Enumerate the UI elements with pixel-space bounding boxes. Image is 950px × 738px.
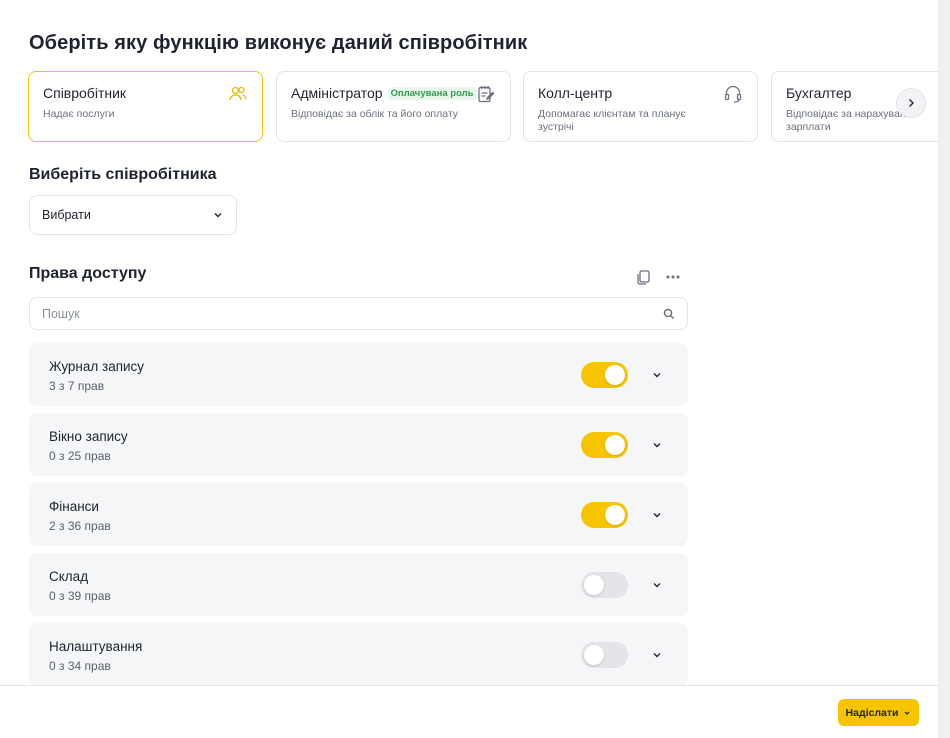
- permission-toggle[interactable]: [581, 572, 628, 598]
- role-title: Співробітник: [43, 85, 127, 101]
- headset-icon: [724, 85, 742, 103]
- permission-name: Журнал запису: [49, 359, 145, 374]
- toggle-knob: [584, 645, 604, 665]
- employee-select[interactable]: Вибрати: [29, 195, 237, 235]
- toggle-knob: [584, 575, 604, 595]
- role-title: Адміністратор: [291, 85, 383, 101]
- role-title: Колл-центр: [538, 85, 613, 101]
- employee-select-value: Вибрати: [42, 208, 91, 222]
- carousel-next-button[interactable]: [896, 88, 926, 118]
- chevron-down-icon[interactable]: [649, 367, 665, 383]
- more-options-button[interactable]: [664, 268, 682, 286]
- chevron-down-icon[interactable]: [649, 647, 665, 663]
- permission-row[interactable]: Фінанси 2 з 36 прав: [29, 483, 688, 546]
- users-icon: [229, 86, 247, 101]
- permission-count: 0 з 39 прав: [49, 589, 111, 603]
- chevron-right-icon: [909, 99, 914, 107]
- submit-button-label: Надіслати: [845, 706, 899, 719]
- copy-button[interactable]: [634, 268, 652, 286]
- permission-name: Склад: [49, 569, 89, 584]
- notebook-edit-icon: [478, 86, 495, 103]
- permission-name: Вікно запису: [49, 429, 128, 444]
- permission-name: Налаштування: [49, 639, 143, 654]
- page-title: Оберіть яку функцію виконує даний співро…: [29, 32, 528, 54]
- permission-toggle[interactable]: [581, 642, 628, 668]
- permission-toggle[interactable]: [581, 502, 628, 528]
- copy-icon: [637, 270, 650, 285]
- employee-section-title: Виберіть співробітника: [29, 166, 217, 183]
- permission-toggle[interactable]: [581, 362, 628, 388]
- toggle-knob: [605, 365, 625, 385]
- role-title: Бухгалтер: [786, 85, 852, 101]
- permission-count: 3 з 7 прав: [49, 379, 105, 393]
- role-description: Допомагає клієнтам та планує зустрічі: [538, 108, 686, 133]
- more-horizontal-icon: [666, 275, 680, 279]
- permission-search: [29, 297, 688, 330]
- chevron-down-icon: [214, 213, 222, 218]
- permission-count: 0 з 25 прав: [49, 449, 111, 463]
- permission-name: Фінанси: [49, 499, 99, 514]
- permission-row[interactable]: Вікно запису 0 з 25 прав: [29, 413, 688, 476]
- search-input[interactable]: [42, 306, 642, 321]
- permission-count: 2 з 36 прав: [49, 519, 111, 533]
- chevron-down-icon[interactable]: [649, 437, 665, 453]
- chevron-down-icon[interactable]: [649, 577, 665, 593]
- role-card-employee[interactable]: Співробітник Надає послуги: [28, 71, 263, 142]
- footer-bar: Надіслати: [0, 685, 938, 738]
- chevron-down-icon[interactable]: [649, 507, 665, 523]
- submit-button[interactable]: Надіслати: [838, 699, 919, 726]
- permission-row[interactable]: Журнал запису 3 з 7 прав: [29, 343, 688, 406]
- role-description: Відповідає за облік та його оплату: [291, 108, 459, 120]
- role-card-call-center[interactable]: Колл-центр Допомагає клієнтам та планує …: [523, 71, 758, 142]
- permission-toggle[interactable]: [581, 432, 628, 458]
- role-description: Надає послуги: [43, 108, 115, 120]
- permission-count: 0 з 34 прав: [49, 659, 111, 673]
- chevron-down-icon: [905, 711, 910, 715]
- role-card-administrator[interactable]: Адміністратор Оплачувана роль Відповідає…: [276, 71, 511, 142]
- toggle-knob: [605, 435, 625, 455]
- search-icon: [663, 308, 675, 319]
- toggle-knob: [605, 505, 625, 525]
- permission-row[interactable]: Склад 0 з 39 прав: [29, 553, 688, 616]
- vertical-scrollbar[interactable]: [938, 0, 950, 738]
- role-carousel: Співробітник Надає послуги Адміністратор…: [28, 71, 938, 143]
- access-section-title: Права доступу: [29, 265, 147, 282]
- paid-role-badge: Оплачувана роль: [387, 86, 477, 100]
- permission-row[interactable]: Налаштування 0 з 34 прав: [29, 623, 688, 686]
